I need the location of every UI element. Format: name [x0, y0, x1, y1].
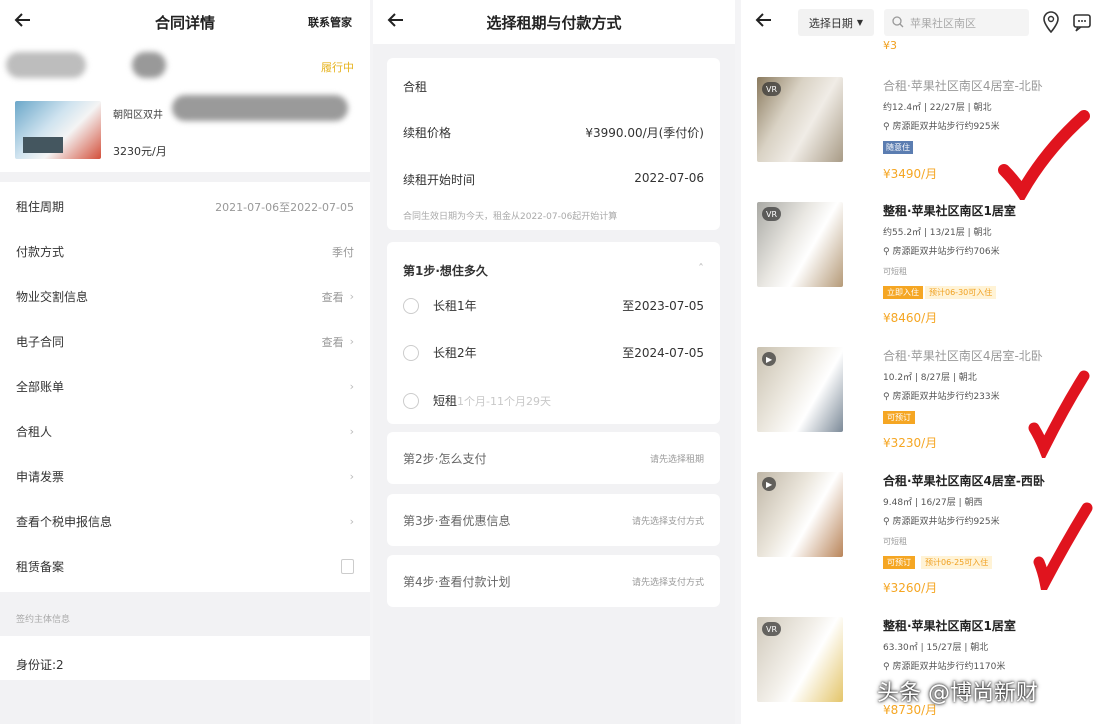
- listing-price-partial: ¥3: [883, 39, 897, 52]
- chevron-right-icon: ›: [349, 425, 354, 438]
- contract-detail-panel: 合同详情 联系管家 履行中 朝阳区双井 3230元/月 租住周期 2021-07-…: [0, 0, 370, 724]
- option-short[interactable]: 短租 1个月-11个月29天: [403, 392, 704, 409]
- chevron-right-icon: ›: [349, 335, 354, 348]
- play-icon: ▶: [762, 352, 777, 366]
- renew-price-value: ¥3990.00/月(季付价): [585, 126, 704, 140]
- contract-header: 合同详情 联系管家: [0, 0, 370, 44]
- step4-card[interactable]: 第4步·查看付款计划 请先选择支付方式: [387, 555, 720, 607]
- contract-info-list: 租住周期 2021-07-06至2022-07-05 付款方式 季付 物业交割信息查…: [0, 182, 370, 592]
- listing-item[interactable]: VR 整租·苹果社区南区1居室 约55.2㎡ | 13/21层 | 朝北 ⚲ 房…: [757, 202, 1097, 325]
- vr-badge: VR: [762, 207, 782, 221]
- id-row: 身份证:2: [0, 636, 370, 680]
- listing-panel: 选择日期 ▼ 苹果社区南区 ¥3 VR 合租·苹果社区南区4居室-北卧 约12.4…: [741, 0, 1108, 724]
- list-item[interactable]: 全部账单 ›: [0, 364, 370, 409]
- step1-title: 第1步·想住多久: [403, 264, 488, 278]
- chevron-right-icon: ›: [349, 380, 354, 393]
- renewal-panel: 选择租期与付款方式 合租 续租价格 ¥3990.00/月(季付价) 续租开始时间 2…: [373, 0, 735, 724]
- listing-photo: ▶: [757, 472, 843, 557]
- contract-address: 朝阳区双井: [113, 110, 163, 121]
- list-item: 租住周期 2021-07-06至2022-07-05: [16, 200, 354, 214]
- step3-card[interactable]: 第3步·查看优惠信息 请先选择支付方式: [387, 494, 720, 546]
- listing-item[interactable]: VR 整租·苹果社区南区1居室 63.30㎡ | 15/27层 | 朝北 ⚲ 房…: [757, 617, 1097, 724]
- date-select-button[interactable]: 选择日期 ▼: [798, 9, 874, 36]
- play-icon: ▶: [762, 477, 777, 491]
- contract-price: 3230元/月: [113, 145, 167, 158]
- list-item[interactable]: 电子合同 查看 ›: [0, 319, 370, 364]
- listing-photo: VR: [757, 77, 843, 162]
- red-checkmark-icon: [1028, 370, 1090, 458]
- renew-start-value: 2022-07-06: [634, 171, 704, 185]
- redacted-name: [132, 52, 166, 78]
- option-long-1y[interactable]: 长租1年 至2023-07-05: [403, 297, 704, 314]
- radio-button[interactable]: [403, 392, 419, 409]
- status-badge: 履行中: [321, 61, 354, 74]
- list-item[interactable]: 物业交割信息 查看 ›: [0, 274, 370, 319]
- radio-button[interactable]: [403, 344, 419, 361]
- search-icon: [892, 16, 904, 28]
- red-checkmark-icon: [1033, 502, 1093, 590]
- search-input[interactable]: 苹果社区南区: [884, 9, 1029, 36]
- list-item[interactable]: 申请发票 ›: [0, 454, 370, 499]
- contact-steward-button[interactable]: 联系管家: [308, 14, 352, 30]
- start-note: 合同生效日期为今天，租金从2022-07-06起开始计算: [403, 212, 618, 222]
- page-title: 选择租期与付款方式: [486, 13, 622, 32]
- back-arrow-icon[interactable]: [12, 9, 34, 31]
- vr-badge: VR: [762, 82, 782, 96]
- list-item[interactable]: 合租人 ›: [0, 409, 370, 454]
- chevron-right-icon: ›: [349, 290, 354, 303]
- rent-type: 合租: [403, 80, 428, 94]
- contract-summary: 履行中 朝阳区双井 3230元/月: [0, 44, 370, 172]
- red-checkmark-icon: [998, 110, 1090, 200]
- redacted-address: [172, 95, 348, 121]
- redacted-name: [6, 52, 86, 78]
- listing-photo: ▶: [757, 347, 843, 432]
- chevron-up-icon[interactable]: ˆ: [698, 262, 704, 279]
- step2-card[interactable]: 第2步·怎么支付 请先选择租期: [387, 432, 720, 484]
- room-thumbnail: [15, 101, 101, 159]
- back-arrow-icon[interactable]: [753, 9, 775, 31]
- caret-down-icon: ▼: [856, 18, 864, 27]
- listing-photo: VR: [757, 617, 843, 702]
- option-long-2y[interactable]: 长租2年 至2024-07-05: [403, 344, 704, 361]
- watermark: 头条 @博尚新财: [877, 681, 1038, 706]
- list-item[interactable]: 租赁备案: [0, 544, 370, 589]
- list-item[interactable]: 查看个税申报信息 ›: [0, 499, 370, 544]
- map-pin-icon[interactable]: [1042, 11, 1060, 33]
- renew-start-label: 续租开始时间: [403, 173, 476, 187]
- chevron-right-icon: ›: [349, 470, 354, 483]
- chevron-right-icon: ›: [349, 515, 354, 528]
- vr-badge: VR: [762, 622, 782, 636]
- section-note: 签约主体信息: [16, 615, 71, 625]
- chat-icon[interactable]: [1072, 12, 1092, 32]
- step1-card: 第1步·想住多久 ˆ 长租1年 至2023-07-05 长租2年 至2024-07-0…: [387, 242, 720, 424]
- back-arrow-icon[interactable]: [385, 9, 407, 31]
- listing-photo: VR: [757, 202, 843, 287]
- radio-button[interactable]: [403, 297, 419, 314]
- renewal-info-card: 合租 续租价格 ¥3990.00/月(季付价) 续租开始时间 2022-07-06 …: [387, 58, 720, 230]
- document-icon: [341, 559, 354, 574]
- renewal-header: 选择租期与付款方式: [373, 0, 735, 44]
- search-header: 选择日期 ▼ 苹果社区南区: [741, 0, 1108, 46]
- renew-price-label: 续租价格: [403, 126, 452, 140]
- list-item[interactable]: 付款方式 季付: [0, 229, 370, 274]
